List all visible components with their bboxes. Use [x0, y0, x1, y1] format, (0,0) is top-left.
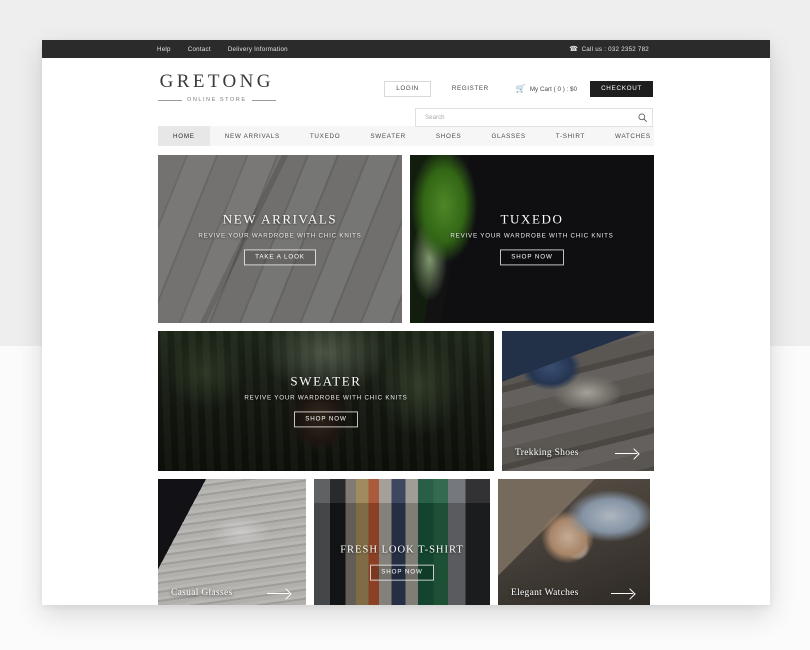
- register-button[interactable]: REGISTER: [439, 82, 502, 96]
- tile-content: NEW ARRIVALS REVIVE YOUR WARDROBE WITH C…: [158, 211, 402, 266]
- tile-subtitle-tuxedo: REVIVE YOUR WARDROBE WITH CHIC KNITS: [450, 232, 614, 240]
- tile-subtitle-sweater: REVIVE YOUR WARDROBE WITH CHIC KNITS: [244, 394, 408, 402]
- shop-now-button-tshirt[interactable]: SHOP NOW: [370, 564, 434, 581]
- tile-label-row: Elegant Watches: [511, 588, 637, 598]
- content-grid: NEW ARRIVALS REVIVE YOUR WARDROBE WITH C…: [158, 155, 654, 605]
- main-navigation: HOME NEW ARRIVALS TUXEDO SWEATER SHOES G…: [158, 126, 654, 146]
- tile-casual-glasses[interactable]: Casual Glasses: [158, 479, 306, 605]
- nav-item-watches[interactable]: WATCHES: [600, 126, 666, 146]
- logo-name: GRETONG: [159, 71, 274, 92]
- site-header: GRETONG ONLINE STORE LOGIN REGISTER 🛒 My…: [42, 58, 770, 127]
- tile-title-elegant-watches: Elegant Watches: [511, 588, 579, 598]
- topbar-links: Help Contact Delivery Information: [157, 46, 288, 53]
- tile-title-fresh-look-tshirt: FRESH LOOK T-SHIRT: [340, 545, 464, 557]
- tile-content: TUXEDO REVIVE YOUR WARDROBE WITH CHIC KN…: [410, 211, 654, 266]
- tile-content: FRESH LOOK T-SHIRT SHOP NOW: [314, 546, 490, 581]
- logo-rule-left: [158, 99, 182, 101]
- topbar-link-delivery-information[interactable]: Delivery Information: [228, 46, 288, 53]
- tile-title-casual-glasses: Casual Glasses: [171, 588, 233, 598]
- grid-row-2: SWEATER REVIVE YOUR WARDROBE WITH CHIC K…: [158, 331, 654, 471]
- arrow-right-icon[interactable]: [615, 448, 641, 458]
- tile-label-row: Trekking Shoes: [515, 448, 641, 458]
- tile-elegant-watches[interactable]: Elegant Watches: [498, 479, 650, 605]
- logo-subtitle-row: ONLINE STORE: [158, 97, 276, 103]
- cart-summary[interactable]: 🛒 My Cart ( 0 ) : $0: [516, 85, 577, 93]
- shop-now-button-tuxedo[interactable]: SHOP NOW: [500, 249, 564, 266]
- cart-label: My Cart ( 0 ) : $0: [529, 85, 578, 93]
- website-page-card: Help Contact Delivery Information ☎ Call…: [42, 40, 770, 605]
- topbar-phone-label: Call us : 032 2352 782: [581, 45, 649, 53]
- tile-overlay: [158, 479, 306, 605]
- nav-item-shoes[interactable]: SHOES: [421, 126, 477, 146]
- tile-sweater[interactable]: SWEATER REVIVE YOUR WARDROBE WITH CHIC K…: [158, 331, 494, 471]
- nav-item-new-arrivals[interactable]: NEW ARRIVALS: [210, 126, 295, 146]
- take-a-look-button[interactable]: TAKE A LOOK: [244, 249, 316, 266]
- arrow-right-icon[interactable]: [611, 588, 637, 598]
- tile-overlay: [498, 479, 650, 605]
- tile-title-sweater: SWEATER: [290, 373, 362, 389]
- arrow-right-icon[interactable]: [267, 588, 293, 598]
- search-icon[interactable]: [632, 113, 652, 122]
- topbar-link-contact[interactable]: Contact: [188, 46, 211, 53]
- tile-title-trekking-shoes: Trekking Shoes: [515, 448, 579, 458]
- nav-item-home[interactable]: HOME: [158, 126, 210, 146]
- tile-subtitle-new-arrivals: REVIVE YOUR WARDROBE WITH CHIC KNITS: [198, 232, 362, 240]
- tile-tuxedo[interactable]: TUXEDO REVIVE YOUR WARDROBE WITH CHIC KN…: [410, 155, 654, 323]
- search-bar[interactable]: [415, 108, 653, 127]
- header-actions: LOGIN REGISTER 🛒 My Cart ( 0 ) : $0 CHEC…: [384, 81, 653, 98]
- nav-item-tuxedo[interactable]: TUXEDO: [295, 126, 355, 146]
- utility-topbar: Help Contact Delivery Information ☎ Call…: [42, 40, 770, 58]
- topbar-link-help[interactable]: Help: [157, 46, 171, 53]
- tile-label-row: Casual Glasses: [171, 588, 293, 598]
- tile-title-tuxedo: TUXEDO: [500, 211, 564, 227]
- tile-fresh-look-tshirt[interactable]: FRESH LOOK T-SHIRT SHOP NOW: [314, 479, 490, 605]
- nav-item-glasses[interactable]: GLASSES: [476, 126, 540, 146]
- tile-title-new-arrivals: NEW ARRIVALS: [222, 211, 338, 227]
- checkout-button[interactable]: CHECKOUT: [590, 81, 653, 98]
- logo-subtitle: ONLINE STORE: [187, 97, 247, 103]
- topbar-phone: ☎ Call us : 032 2352 782: [569, 46, 649, 53]
- logo-rule-right: [251, 99, 276, 101]
- tile-new-arrivals[interactable]: NEW ARRIVALS REVIVE YOUR WARDROBE WITH C…: [158, 155, 402, 323]
- login-button[interactable]: LOGIN: [384, 81, 431, 98]
- phone-icon: ☎: [568, 45, 578, 53]
- shop-now-button-sweater[interactable]: SHOP NOW: [294, 411, 358, 428]
- tile-overlay: [314, 479, 490, 605]
- grid-row-1: NEW ARRIVALS REVIVE YOUR WARDROBE WITH C…: [158, 155, 654, 323]
- nav-item-sweater[interactable]: SWEATER: [355, 126, 421, 146]
- tile-content: SWEATER REVIVE YOUR WARDROBE WITH CHIC K…: [158, 373, 494, 428]
- tile-trekking-shoes[interactable]: Trekking Shoes: [502, 331, 654, 471]
- search-input[interactable]: [416, 113, 632, 122]
- site-logo[interactable]: GRETONG ONLINE STORE: [158, 72, 276, 103]
- shopping-cart-icon: 🛒: [515, 84, 526, 94]
- nav-item-t-shirt[interactable]: T-SHIRT: [541, 126, 600, 146]
- grid-row-3: Casual Glasses FRESH LOOK T-SHIRT SHOP N…: [158, 479, 654, 605]
